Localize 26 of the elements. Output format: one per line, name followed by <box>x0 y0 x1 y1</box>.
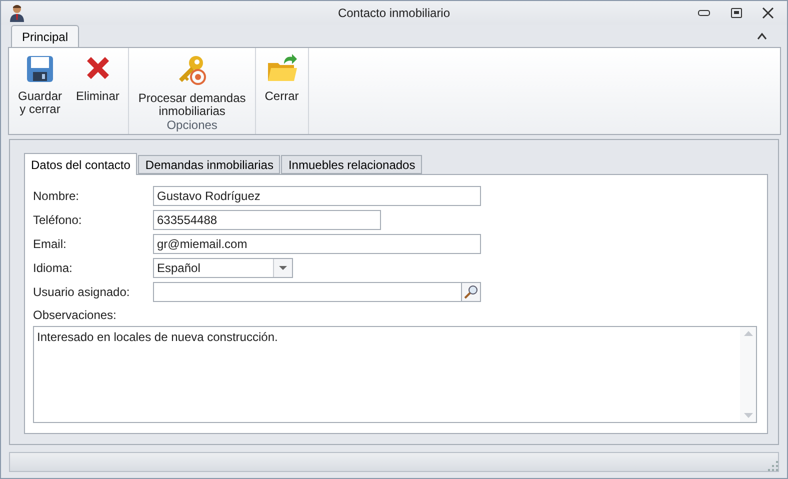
combo-box[interactable]: Español <box>153 258 293 278</box>
user-icon <box>9 4 25 22</box>
search-button[interactable] <box>461 282 481 302</box>
field-label: Email: <box>33 237 68 252</box>
input-field[interactable] <box>153 282 461 302</box>
field-label: Usuario asignado: <box>33 285 131 300</box>
input-field[interactable]: 633554488 <box>153 210 381 230</box>
tab[interactable]: Inmuebles relacionados <box>281 155 422 174</box>
field-label: Observaciones: <box>33 308 118 322</box>
tab[interactable]: Demandas inmobiliarias <box>138 155 280 174</box>
group-label: Opciones <box>166 118 218 134</box>
ribbon-button[interactable]: Cerrar <box>258 48 306 134</box>
close-icon[interactable] <box>762 7 774 20</box>
ribbon-button[interactable]: Procesar demandas inmobiliarias <box>131 48 253 118</box>
ribbon-button[interactable]: Eliminar <box>69 48 126 134</box>
window-title: Contacto inmobiliario <box>338 6 450 20</box>
ribbon-tab[interactable]: Principal <box>11 25 80 48</box>
input-field[interactable]: gr@miemail.com <box>153 234 481 254</box>
maximize-icon[interactable] <box>730 8 742 18</box>
field-label: Teléfono: <box>33 213 83 228</box>
minimize-icon[interactable] <box>698 10 710 16</box>
field-label: Nombre: <box>33 189 80 204</box>
ribbon-button[interactable]: Guardar y cerrar <box>11 48 70 134</box>
input-field[interactable]: Gustavo Rodríguez <box>153 186 481 206</box>
field-label: Idioma: <box>33 261 74 276</box>
tab[interactable]: Datos del contacto <box>24 153 138 176</box>
